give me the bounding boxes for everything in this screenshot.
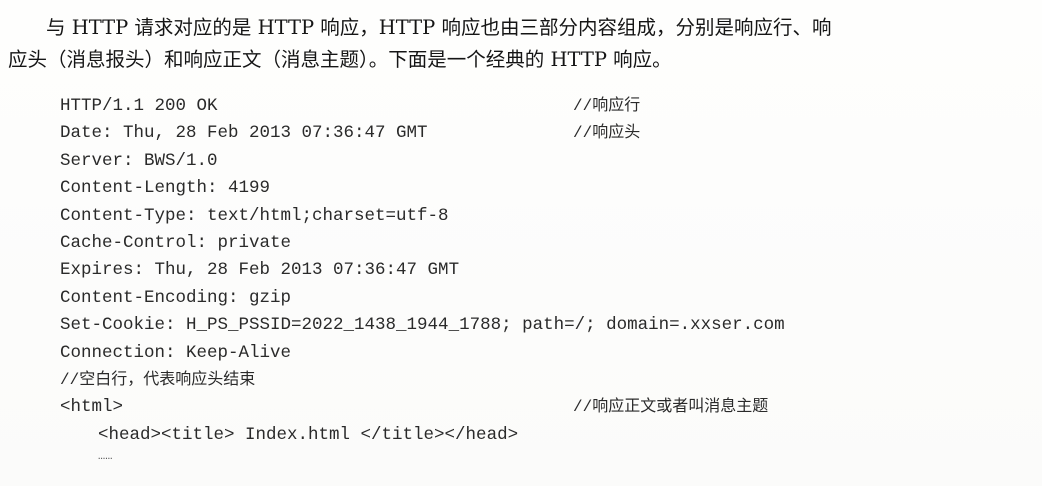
blank-line-comment-text: //空白行，代表响应头结束 — [60, 370, 256, 389]
html-open-tag: <html> //响应正文或者叫消息主题 — [60, 394, 1020, 421]
intro-paragraph: 与 HTTP 请求对应的是 HTTP 响应，HTTP 响应也由三部分内容组成，分… — [8, 12, 1028, 76]
status-line-comment: //响应行 — [573, 97, 641, 115]
content-length-header: Content-Length: 4199 — [60, 178, 271, 199]
date-header: Date: Thu, 28 Feb 2013 07:36:47 GMT //响应头 — [60, 120, 1020, 147]
server-header: Server: BWS/1.0 — [60, 150, 218, 171]
intro-line-2: 应头（消息报头）和响应正文（消息主题）。下面是一个经典的 HTTP 响应。 — [8, 48, 672, 71]
intro-line-1: 与 HTTP 请求对应的是 HTTP 响应，HTTP 响应也由三部分内容组成，分… — [46, 16, 832, 39]
date-header-text: Date: Thu, 28 Feb 2013 07:36:47 GMT — [60, 123, 428, 144]
html-open-tag-text: <html> — [60, 397, 124, 418]
content-encoding-header: Content-Encoding: gzip — [60, 287, 292, 308]
status-line: HTTP/1.1 200 OK //响应行 — [60, 93, 1020, 120]
status-line-text: HTTP/1.1 200 OK — [60, 96, 218, 116]
http-response-code-block: HTTP/1.1 200 OK //响应行 Date: Thu, 28 Feb 2… — [60, 93, 1020, 469]
blank-line-comment: //空白行，代表响应头结束 — [60, 367, 1020, 394]
set-cookie-header: Set-Cookie: H_PS_PSSID=2022_1438_1944_17… — [60, 315, 785, 336]
headers-comment: //响应头 — [573, 124, 641, 143]
expires-header: Expires: Thu, 28 Feb 2013 07:36:47 GMT — [60, 260, 460, 281]
content-type-header: Content-Type: text/html;charset=utf-8 — [60, 205, 449, 226]
cache-control-header: Cache-Control: private — [60, 232, 292, 253]
connection-header: Connection: Keep-Alive — [60, 342, 292, 363]
ellipsis: …… — [98, 449, 113, 464]
document-page: 与 HTTP 请求对应的是 HTTP 响应，HTTP 响应也由三部分内容组成，分… — [0, 0, 1042, 486]
body-comment: //响应正文或者叫消息主题 — [573, 398, 769, 417]
head-tag-line: <head><title> Index.html </title></head> — [98, 424, 519, 445]
